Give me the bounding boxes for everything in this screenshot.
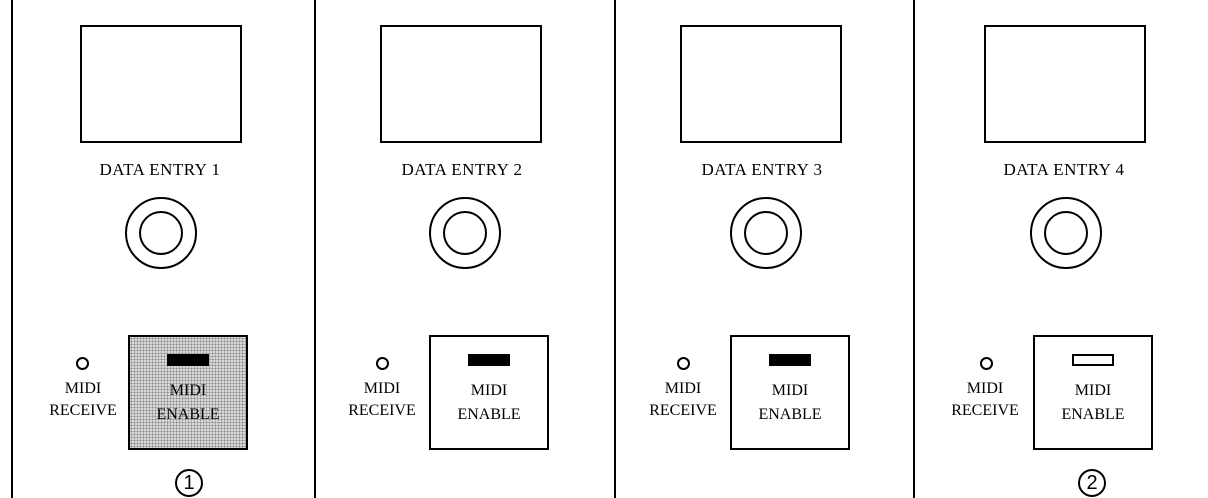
midi-enable-label-line2: ENABLE xyxy=(156,406,220,423)
midi-enable-label-line1: MIDI xyxy=(771,382,809,399)
data-entry-label: DATA ENTRY 1 xyxy=(99,160,221,179)
data-entry-knob[interactable] xyxy=(1030,197,1102,269)
data-entry-display xyxy=(80,25,242,143)
midi-receive-led xyxy=(980,357,993,370)
midi-enable-led xyxy=(167,354,209,366)
knob-cap xyxy=(1044,211,1088,255)
channel-1: DATA ENTRY 1 MIDI RECEIVE MIDI ENABLE 1 xyxy=(0,0,300,498)
midi-enable-led xyxy=(769,354,811,366)
channel-4: DATA ENTRY 4 MIDI RECEIVE MIDI ENABLE 2 xyxy=(900,0,1200,498)
midi-enable-label-line2: ENABLE xyxy=(1061,406,1125,423)
midi-receive-led xyxy=(76,357,89,370)
midi-enable-label-line1: MIDI xyxy=(169,382,207,399)
midi-receive-label: MIDI RECEIVE xyxy=(945,378,1025,422)
midi-enable-label: MIDI ENABLE xyxy=(1035,379,1151,427)
midi-receive-label-line2: RECEIVE xyxy=(348,402,416,419)
midi-enable-label-line2: ENABLE xyxy=(758,406,822,423)
midi-receive-label: MIDI RECEIVE xyxy=(43,378,123,422)
midi-enable-label-line1: MIDI xyxy=(1074,382,1112,399)
midi-receive-label-line1: MIDI xyxy=(363,380,401,397)
midi-receive-label: MIDI RECEIVE xyxy=(643,378,723,422)
midi-receive-label-line2: RECEIVE xyxy=(49,402,117,419)
midi-enable-button[interactable]: MIDI ENABLE xyxy=(730,335,850,450)
midi-enable-label-line1: MIDI xyxy=(470,382,508,399)
data-entry-label: DATA ENTRY 4 xyxy=(1003,160,1125,179)
channel-3: DATA ENTRY 3 MIDI RECEIVE MIDI ENABLE xyxy=(600,0,900,498)
midi-enable-button[interactable]: MIDI ENABLE xyxy=(1033,335,1153,450)
knob-cap xyxy=(139,211,183,255)
data-entry-label: DATA ENTRY 2 xyxy=(401,160,523,179)
data-entry-display xyxy=(984,25,1146,143)
midi-enable-button[interactable]: MIDI ENABLE xyxy=(128,335,248,450)
data-entry-label: DATA ENTRY 3 xyxy=(701,160,823,179)
midi-enable-button[interactable]: MIDI ENABLE xyxy=(429,335,549,450)
midi-enable-led xyxy=(468,354,510,366)
callout-number: 2 xyxy=(1078,469,1106,497)
midi-receive-label-line2: RECEIVE xyxy=(951,402,1019,419)
data-entry-display xyxy=(380,25,542,143)
data-entry-knob[interactable] xyxy=(429,197,501,269)
midi-receive-label: MIDI RECEIVE xyxy=(342,378,422,422)
midi-enable-label: MIDI ENABLE xyxy=(130,379,246,427)
data-entry-knob[interactable] xyxy=(125,197,197,269)
midi-receive-led xyxy=(376,357,389,370)
channel-2: DATA ENTRY 2 MIDI RECEIVE MIDI ENABLE xyxy=(300,0,600,498)
midi-enable-label: MIDI ENABLE xyxy=(431,379,547,427)
midi-enable-label: MIDI ENABLE xyxy=(732,379,848,427)
midi-enable-led xyxy=(1072,354,1114,366)
data-entry-display xyxy=(680,25,842,143)
midi-receive-label-line2: RECEIVE xyxy=(649,402,717,419)
data-entry-knob[interactable] xyxy=(730,197,802,269)
midi-receive-label-line1: MIDI xyxy=(966,380,1004,397)
knob-cap xyxy=(443,211,487,255)
midi-receive-label-line1: MIDI xyxy=(64,380,102,397)
midi-receive-label-line1: MIDI xyxy=(664,380,702,397)
callout-number: 1 xyxy=(175,469,203,497)
knob-cap xyxy=(744,211,788,255)
midi-enable-label-line2: ENABLE xyxy=(457,406,521,423)
midi-receive-led xyxy=(677,357,690,370)
